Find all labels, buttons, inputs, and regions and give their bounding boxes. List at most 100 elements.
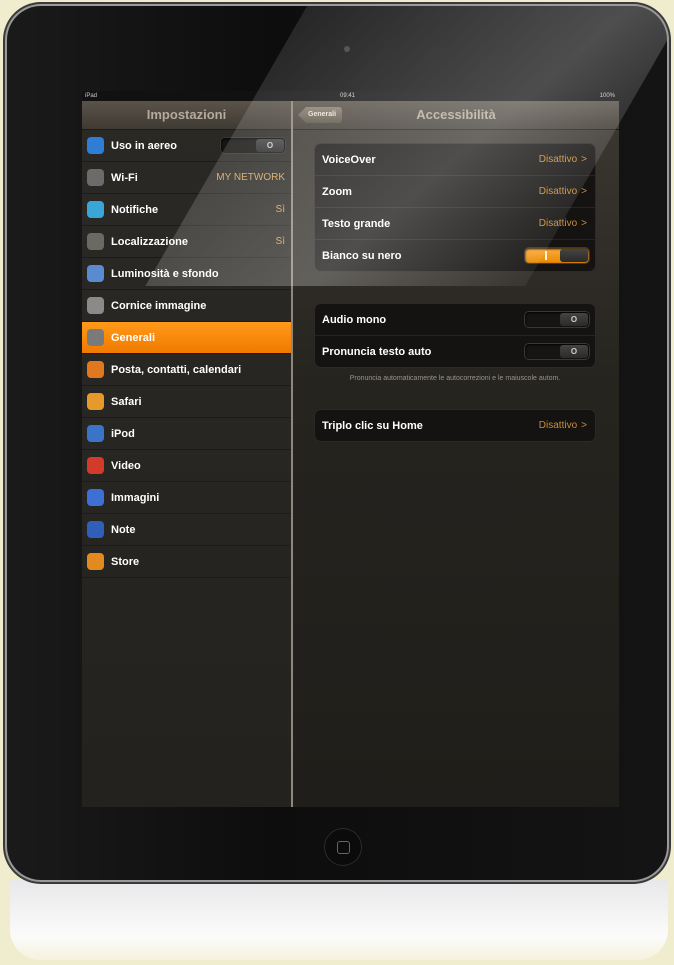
settings-row-label: Pronuncia testo auto [322,345,432,358]
sidebar-item-ipod[interactable]: iPod [82,418,291,450]
settings-row[interactable]: Zoom Disattivo > [315,176,595,208]
store-icon [87,553,104,570]
toggle-switch[interactable] [525,248,589,263]
wifi-icon [87,169,104,186]
sidebar-item-label: Uso in aereo [111,139,178,152]
picture-frame-icon [87,297,104,314]
sidebar-item-compass[interactable]: Safari [82,386,291,418]
settings-group-3: Triplo clic su Home Disattivo > [315,410,595,441]
ipod-icon [87,425,104,442]
ipad-device: iPad 09:41 100% Impostazioni Uso in aere… [7,6,667,880]
sidebar-item-label: Store [111,555,140,568]
sidebar-item-label: Safari [111,395,142,408]
mail-icon [87,361,104,378]
chevron-right-icon: > [581,420,587,431]
settings-row[interactable]: Bianco su nero [315,240,595,271]
sidebar-item-label: Immagini [111,491,160,504]
settings-row-label: Testo grande [322,217,391,230]
sidebar-item-video[interactable]: Video [82,450,291,482]
sidebar-item-label: Video [111,459,141,472]
sidebar-item-value: Sì [275,204,285,215]
settings-row-label: Zoom [322,185,352,198]
settings-sidebar: Impostazioni Uso in aereo O Wi-Fi MY NETWOR… [82,101,291,807]
sidebar-item-store[interactable]: Store [82,546,291,578]
sidebar-item-label: Cornice immagine [111,299,207,312]
settings-row-label: VoiceOver [322,153,376,166]
detail-title: Accessibilità [416,107,496,122]
chevron-right-icon: > [581,154,587,165]
switch-knob [560,249,588,262]
sidebar-item-photos[interactable]: Immagini [82,482,291,514]
switch-knob: O [256,139,284,152]
toggle-switch[interactable]: O [525,344,589,359]
settings-group-1: VoiceOver Disattivo > Zoom Disattivo > Testo g… [315,144,595,271]
detail-navbar: Generali Accessibilità [293,101,619,130]
settings-row[interactable]: Audio mono O [315,304,595,336]
sidebar-item-label: Generali [111,331,156,344]
footnote: Pronuncia automaticamente le autocorrezi… [349,375,561,382]
toggle-switch[interactable]: O [525,312,589,327]
settings-row-value: Disattivo > [539,218,587,229]
settings-row-label: Bianco su nero [322,249,402,262]
settings-value-text: Disattivo [538,186,578,197]
screen: iPad 09:41 100% Impostazioni Uso in aere… [82,91,619,807]
camera-icon [344,46,350,52]
location-icon [87,233,104,250]
sidebar-item-label: iPod [111,427,135,440]
battery-label: 100% [599,93,615,99]
sidebar-item-label: Notifiche [111,203,159,216]
notes-icon [87,521,104,538]
detail-pane: Generali Accessibilità VoiceOver Disattiv… [293,101,619,807]
settings-value-text: Disattivo [538,154,578,165]
compass-icon [87,393,104,410]
settings-row[interactable]: Triplo clic su Home Disattivo > [315,410,595,441]
switch-on-bar [545,251,547,260]
settings-row-value: Disattivo > [539,154,587,165]
sidebar-item-mail[interactable]: Posta, contatti, calendari [82,354,291,386]
sidebar-item-picture-frame[interactable]: Cornice immagine [82,290,291,322]
sidebar-title: Impostazioni [82,101,291,130]
toggle-switch[interactable]: O [221,138,285,153]
chevron-right-icon: > [581,218,587,229]
settings-row-value: Disattivo > [539,420,587,431]
chevron-right-icon: > [581,186,587,197]
settings-row-label: Triplo clic su Home [322,419,423,432]
sidebar-item-label: Note [111,523,136,536]
settings-value-text: Disattivo [538,420,578,431]
settings-row-value: Disattivo > [539,186,587,197]
sidebar-item-location[interactable]: Localizzazione Sì [82,226,291,258]
status-time: 09:41 [340,93,356,99]
notification-icon [87,201,104,218]
sidebar-item-label: Luminosità e sfondo [111,267,219,280]
settings-row[interactable]: VoiceOver Disattivo > [315,144,595,176]
device-reflection [10,880,668,960]
sidebar-item-notes[interactable]: Note [82,514,291,546]
airplane-icon [87,137,104,154]
settings-row[interactable]: Testo grande Disattivo > [315,208,595,240]
gear-icon [87,329,104,346]
sidebar-item-label: Localizzazione [111,235,189,248]
sidebar-item-label: Posta, contatti, calendari [111,363,242,376]
sidebar-item-value: Sì [275,236,285,247]
sidebar-item-value: MY NETWORK [216,172,285,183]
sidebar-item-brightness[interactable]: Luminosità e sfondo [82,258,291,290]
switch-knob: O [560,345,588,358]
brightness-icon [87,265,104,282]
sidebar-item-label: Wi-Fi [111,171,138,184]
sidebar-item-gear[interactable]: Generali [82,322,291,354]
settings-row[interactable]: Pronuncia testo auto O [315,336,595,367]
status-bar: iPad 09:41 100% [82,91,619,101]
settings-value-text: Disattivo [538,218,578,229]
settings-group-2: Audio mono O Pronuncia testo auto O [315,304,595,367]
home-square-icon [336,840,350,854]
home-button[interactable] [324,828,362,866]
back-button[interactable]: Generali [298,107,343,123]
sidebar-item-airplane[interactable]: Uso in aereo O [82,130,291,162]
settings-row-label: Audio mono [322,313,387,326]
switch-knob: O [560,313,588,326]
photos-icon [87,489,104,506]
sidebar-item-notification[interactable]: Notifiche Sì [82,194,291,226]
video-icon [87,457,104,474]
sidebar-item-wifi[interactable]: Wi-Fi MY NETWORK [82,162,291,194]
device-label: iPad [85,93,98,99]
